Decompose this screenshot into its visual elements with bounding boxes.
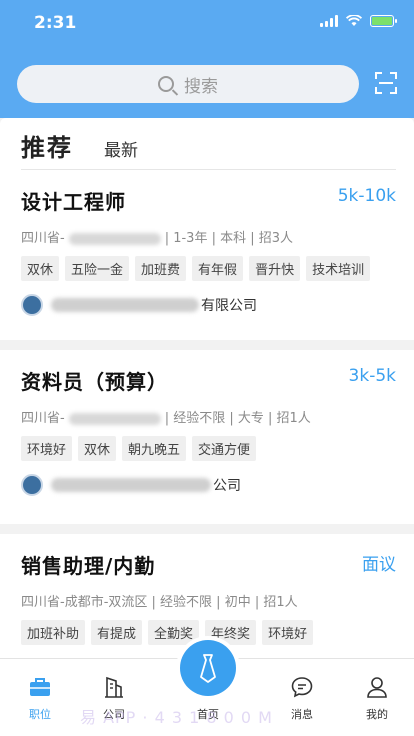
company-name: 有限公司 <box>201 298 257 314</box>
home-button-circle <box>180 640 236 696</box>
tab-latest[interactable]: 最新 <box>104 136 138 161</box>
job-tags: 加班补助 有提成 全勤奖 年终奖 环境好 <box>21 620 314 645</box>
user-icon <box>367 677 387 698</box>
job-tag: 环境好 <box>21 436 73 461</box>
redacted-text <box>68 232 161 245</box>
job-tag: 有提成 <box>91 620 143 645</box>
search-placeholder: 搜索 <box>184 76 218 97</box>
job-salary: 5k-10k <box>337 186 396 206</box>
tie-icon <box>200 654 216 683</box>
job-salary: 3k-5k <box>348 366 396 386</box>
job-card[interactable]: 设计工程师 5k-10k 四川省- | 1-3年 | 本科 | 招3人 双休 五险… <box>0 170 414 340</box>
job-tag: 交通方便 <box>192 436 257 461</box>
job-tag: 双休 <box>21 256 60 281</box>
job-tag: 双休 <box>78 436 117 461</box>
job-requirements: | 经验不限 | 大专 | 招1人 <box>164 411 311 426</box>
job-tags: 环境好 双休 朝九晚五 交通方便 <box>21 436 257 461</box>
job-list-panel: 推荐 最新 设计工程师 5k-10k 四川省- | 1-3年 | 本科 | 招3人… <box>0 118 414 658</box>
job-salary: 面议 <box>362 555 396 575</box>
tab-messages-label: 消息 <box>291 708 313 721</box>
status-icons <box>320 15 397 27</box>
app-header: 2:31 搜索 <box>0 0 414 118</box>
company-row[interactable]: 公司 <box>21 474 241 496</box>
scan-icon[interactable] <box>374 71 398 95</box>
job-tag: 技术培训 <box>306 256 371 281</box>
tab-mine[interactable]: 我的 <box>347 675 407 722</box>
job-tags: 双休 五险一金 加班费 有年假 晋升快 技术培训 <box>21 256 371 281</box>
redacted-text <box>51 298 199 312</box>
tab-mine-label: 我的 <box>366 708 388 721</box>
briefcase-icon <box>30 678 50 696</box>
job-title: 设计工程师 <box>21 190 126 214</box>
search-bar[interactable]: 搜索 <box>17 65 359 103</box>
watermark: 易 APP · 4 3 1 8 0 0 M <box>80 708 273 727</box>
home-button[interactable] <box>176 636 240 700</box>
job-tag: 环境好 <box>262 620 314 645</box>
job-tag: 晋升快 <box>249 256 301 281</box>
building-icon <box>105 676 123 698</box>
job-title: 销售助理/内勤 <box>21 554 156 578</box>
signal-icon <box>320 15 338 27</box>
status-bar: 2:31 <box>0 0 414 48</box>
job-requirements: | 经验不限 | 初中 | 招1人 <box>151 595 298 610</box>
company-logo <box>21 474 43 496</box>
tab-jobs-label: 职位 <box>29 708 51 721</box>
job-requirements: | 1-3年 | 本科 | 招3人 <box>164 231 294 246</box>
job-title: 资料员（预算） <box>21 370 168 394</box>
company-logo <box>21 294 43 316</box>
company-name: 公司 <box>213 478 241 494</box>
tab-messages[interactable]: 消息 <box>272 675 332 722</box>
redacted-text <box>68 412 161 425</box>
job-tag: 有年假 <box>192 256 244 281</box>
job-tag: 五险一金 <box>65 256 130 281</box>
job-tag: 加班费 <box>135 256 187 281</box>
job-card[interactable]: 资料员（预算） 3k-5k 四川省- | 经验不限 | 大专 | 招1人 环境好 … <box>0 350 414 524</box>
wifi-icon <box>346 15 362 26</box>
job-location: 四川省-成都市-双流区 <box>21 595 148 610</box>
job-meta: 四川省-成都市-双流区 | 经验不限 | 初中 | 招1人 <box>21 591 298 610</box>
company-row[interactable]: 有限公司 <box>21 294 257 316</box>
job-tag: 加班补助 <box>21 620 86 645</box>
job-location: 四川省- <box>21 411 65 426</box>
list-tabs: 推荐 最新 <box>0 118 414 170</box>
redacted-text <box>51 478 211 492</box>
job-meta: 四川省- | 经验不限 | 大专 | 招1人 <box>21 407 311 426</box>
job-meta: 四川省- | 1-3年 | 本科 | 招3人 <box>21 227 293 246</box>
status-time: 2:31 <box>34 13 77 33</box>
job-tag: 朝九晚五 <box>122 436 187 461</box>
tab-recommended[interactable]: 推荐 <box>21 128 73 163</box>
job-location: 四川省- <box>21 231 65 246</box>
tab-jobs[interactable]: 职位 <box>10 675 70 722</box>
chat-icon <box>291 677 313 698</box>
search-icon <box>158 76 174 92</box>
battery-icon <box>370 15 397 27</box>
